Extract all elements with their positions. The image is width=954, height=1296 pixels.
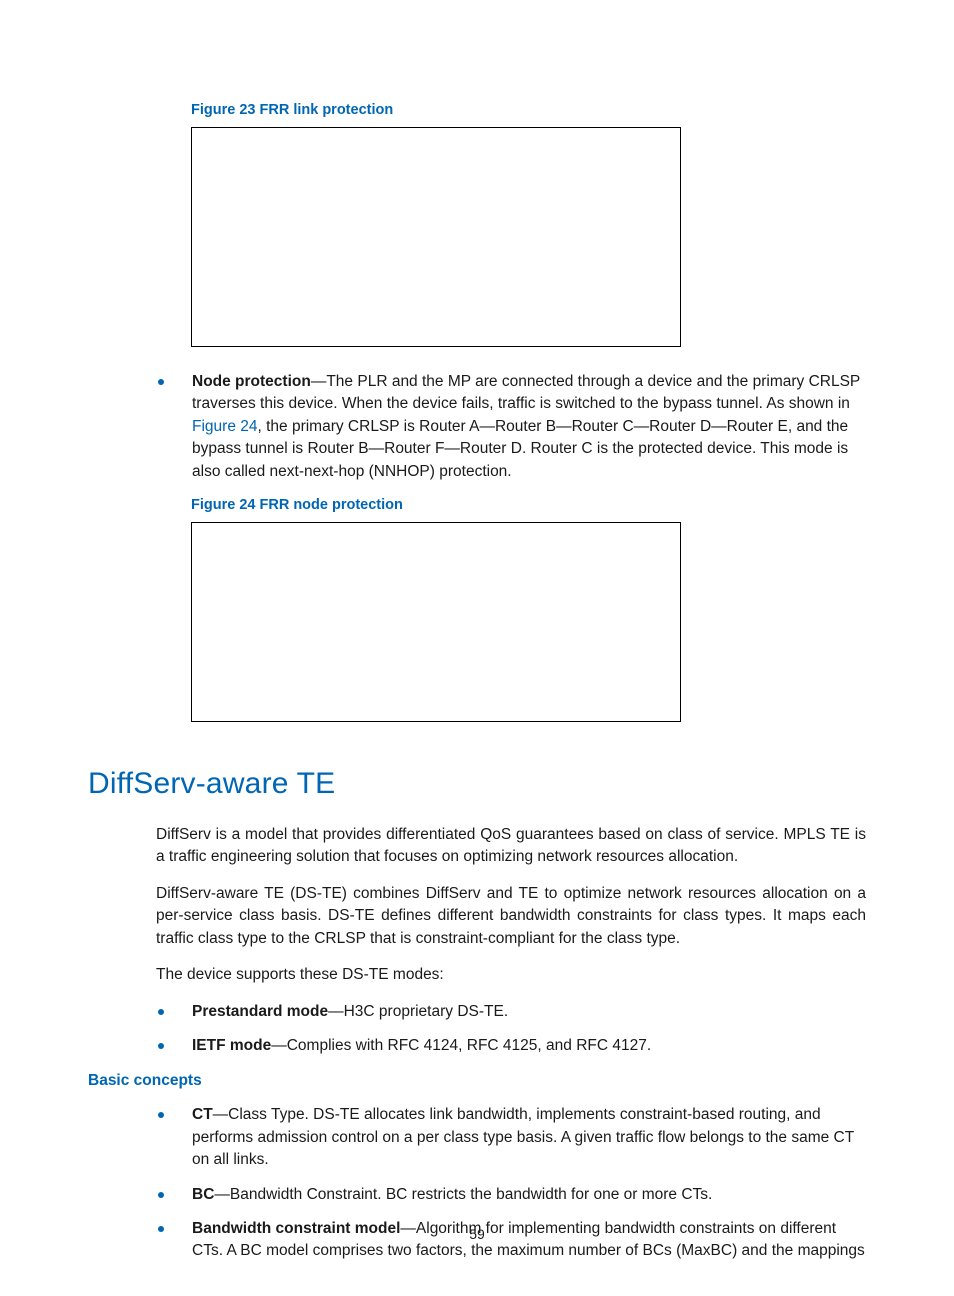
node-protection-text-b: , the primary CRLSP is Router A—Router B… bbox=[192, 418, 848, 480]
page-number: 59 bbox=[0, 1224, 954, 1244]
document-page: Figure 23 FRR link protection Node prote… bbox=[0, 0, 954, 1263]
concept-bc-label: BC bbox=[192, 1186, 214, 1203]
section-heading: DiffServ-aware TE bbox=[88, 762, 866, 806]
node-protection-label: Node protection bbox=[192, 373, 311, 390]
concept-ct-desc: —Class Type. DS-TE allocates link bandwi… bbox=[192, 1106, 854, 1168]
node-protection-text: Node protection—The PLR and the MP are c… bbox=[192, 371, 866, 483]
concept-ct-label: CT bbox=[192, 1106, 213, 1123]
concept-ct-text: CT—Class Type. DS-TE allocates link band… bbox=[192, 1104, 866, 1171]
mode-ietf-desc: —Complies with RFC 4124, RFC 4125, and R… bbox=[271, 1037, 651, 1054]
figure-23-block: Figure 23 FRR link protection bbox=[191, 100, 866, 347]
figure-24-caption: Figure 24 FRR node protection bbox=[191, 495, 866, 516]
mode-ietf-text: IETF mode—Complies with RFC 4124, RFC 41… bbox=[192, 1035, 866, 1057]
mode-prestandard: Prestandard mode—H3C proprietary DS-TE. bbox=[156, 1001, 866, 1023]
figure-24-placeholder bbox=[191, 522, 681, 722]
concept-ct: CT—Class Type. DS-TE allocates link band… bbox=[156, 1104, 866, 1171]
mode-ietf: IETF mode—Complies with RFC 4124, RFC 41… bbox=[156, 1035, 866, 1057]
paragraph-1: DiffServ is a model that provides differ… bbox=[156, 824, 866, 869]
node-protection-section: Node protection—The PLR and the MP are c… bbox=[156, 371, 866, 483]
bullet-icon bbox=[158, 1009, 164, 1015]
paragraph-2: DiffServ-aware TE (DS-TE) combines DiffS… bbox=[156, 883, 866, 950]
bullet-node-protection: Node protection—The PLR and the MP are c… bbox=[156, 371, 866, 483]
concept-bc-text: BC—Bandwidth Constraint. BC restricts th… bbox=[192, 1184, 866, 1206]
basic-concepts-heading: Basic concepts bbox=[88, 1070, 866, 1092]
modes-list: Prestandard mode—H3C proprietary DS-TE. … bbox=[156, 1001, 866, 1058]
mode-ietf-label: IETF mode bbox=[192, 1037, 271, 1054]
bullet-icon bbox=[158, 1192, 164, 1198]
bullet-icon bbox=[158, 379, 164, 385]
figure-24-link[interactable]: Figure 24 bbox=[192, 418, 257, 435]
mode-prestandard-label: Prestandard mode bbox=[192, 1003, 328, 1020]
figure-23-caption: Figure 23 FRR link protection bbox=[191, 100, 866, 121]
mode-prestandard-desc: —H3C proprietary DS-TE. bbox=[328, 1003, 508, 1020]
bullet-icon bbox=[158, 1043, 164, 1049]
concept-bc-desc: —Bandwidth Constraint. BC restricts the … bbox=[214, 1186, 712, 1203]
mode-prestandard-text: Prestandard mode—H3C proprietary DS-TE. bbox=[192, 1001, 866, 1023]
paragraph-3: The device supports these DS-TE modes: bbox=[156, 964, 866, 986]
concept-bc: BC—Bandwidth Constraint. BC restricts th… bbox=[156, 1184, 866, 1206]
figure-24-block: Figure 24 FRR node protection bbox=[191, 495, 866, 722]
bullet-icon bbox=[158, 1112, 164, 1118]
figure-23-placeholder bbox=[191, 127, 681, 347]
